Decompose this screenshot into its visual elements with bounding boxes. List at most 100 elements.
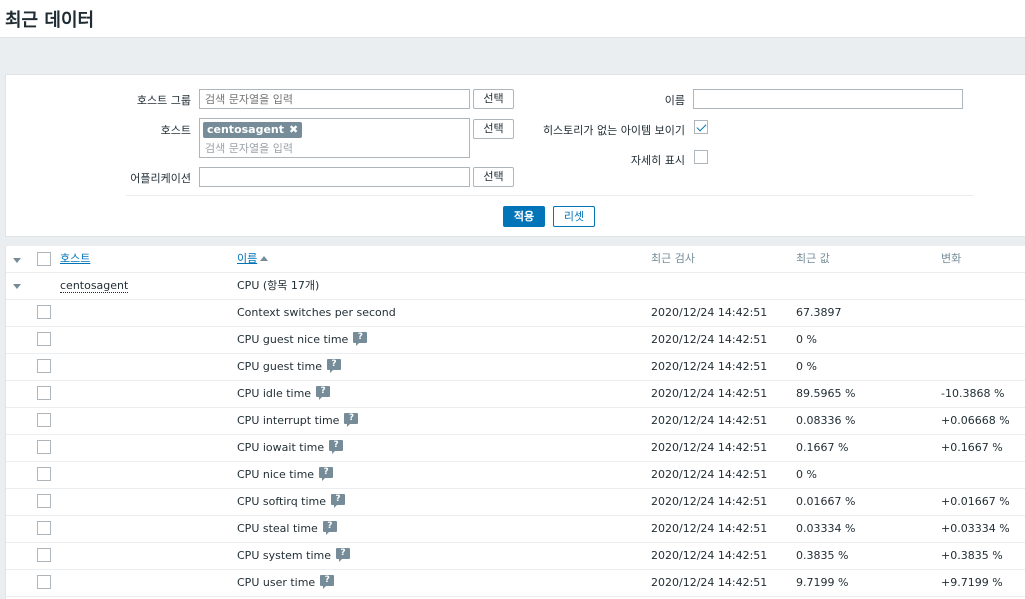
row-checkbox[interactable]: [37, 440, 51, 454]
select-all-checkbox[interactable]: [37, 252, 51, 266]
change-cell: +0.03334 %: [941, 522, 1010, 535]
table-row: CPU guest time? 2020/12/24 14:42:51 0 %: [6, 354, 1025, 381]
column-header-host[interactable]: 호스트: [60, 246, 90, 272]
column-header-last-value: 최근 값: [796, 252, 830, 265]
last-check-cell: 2020/12/24 14:42:51: [651, 306, 768, 319]
last-check-cell: 2020/12/24 14:42:51: [651, 522, 768, 535]
item-name-cell: Context switches per second: [237, 300, 396, 326]
last-check-cell: 2020/12/24 14:42:51: [651, 414, 768, 427]
host-group-input[interactable]: [199, 89, 470, 109]
host-chip-label: centosagent: [207, 123, 285, 136]
page-title: 최근 데이터: [5, 10, 95, 31]
last-value-cell: 89.5965 %: [796, 387, 856, 400]
item-name: CPU iowait time: [237, 441, 325, 454]
group-row: centosagent CPU (항목 17개): [6, 273, 1025, 300]
apply-button[interactable]: 적용: [503, 206, 545, 227]
item-name-cell: CPU guest time?: [237, 354, 341, 380]
help-bubble-icon[interactable]: ?: [329, 439, 344, 454]
last-check-cell: 2020/12/24 14:42:51: [651, 468, 768, 481]
application-select-button[interactable]: 선택: [473, 167, 514, 187]
name-label: 이름: [664, 94, 685, 107]
column-header-name[interactable]: 이름: [237, 246, 269, 272]
help-bubble-icon[interactable]: ?: [331, 493, 346, 508]
item-name-cell: CPU guest nice time?: [237, 327, 368, 353]
item-name-cell: CPU user time?: [237, 570, 335, 596]
row-checkbox[interactable]: [37, 467, 51, 481]
item-name: CPU interrupt time: [237, 414, 340, 427]
table-row: CPU nice time? 2020/12/24 14:42:51 0 %: [6, 462, 1025, 489]
host-group-select-button[interactable]: 선택: [473, 89, 514, 109]
row-checkbox[interactable]: [37, 575, 51, 589]
last-value-cell: 67.3897: [796, 306, 842, 319]
row-checkbox[interactable]: [37, 413, 51, 427]
table-row: CPU user time? 2020/12/24 14:42:51 9.7199 …: [6, 570, 1025, 597]
row-checkbox[interactable]: [37, 359, 51, 373]
change-cell: +0.01667 %: [941, 495, 1010, 508]
last-check-cell: 2020/12/24 14:42:51: [651, 360, 768, 373]
last-value-cell: 0.1667 %: [796, 441, 849, 454]
help-bubble-icon[interactable]: ?: [319, 466, 334, 481]
row-checkbox[interactable]: [37, 386, 51, 400]
help-bubble-icon[interactable]: ?: [322, 520, 337, 535]
name-input[interactable]: [693, 89, 963, 109]
latest-data-table: 호스트 이름 최근 검사 최근 값 변화 centosagent CPU (항목…: [5, 246, 1025, 599]
application-label: 어플리케이션: [130, 172, 191, 185]
host-multiselect[interactable]: centosagent ✖ 검색 문자열을 입력: [199, 118, 470, 158]
help-bubble-icon[interactable]: ?: [353, 331, 368, 346]
item-name: CPU guest nice time: [237, 333, 349, 346]
triangle-down-icon[interactable]: [13, 284, 21, 289]
last-check-cell: 2020/12/24 14:42:51: [651, 549, 768, 562]
table-row: CPU steal time? 2020/12/24 14:42:51 0.0333…: [6, 516, 1025, 543]
item-name: CPU nice time: [237, 468, 315, 481]
item-name-cell: CPU softirq time?: [237, 489, 346, 515]
row-checkbox[interactable]: [37, 548, 51, 562]
show-details-label: 자세히 표시: [630, 154, 685, 167]
help-bubble-icon[interactable]: ?: [344, 412, 359, 427]
host-group-label: 호스트 그룹: [136, 94, 191, 107]
page-header: 최근 데이터: [0, 0, 1025, 38]
show-items-without-history-label: 히스토리가 없는 아이템 보이기: [542, 124, 685, 137]
reset-button[interactable]: 리셋: [553, 206, 595, 227]
last-value-cell: 0.01667 %: [796, 495, 856, 508]
last-value-cell: 0 %: [796, 468, 817, 481]
item-name-cell: CPU system time?: [237, 543, 350, 569]
column-header-name-label: 이름: [237, 252, 258, 265]
item-name-cell: CPU idle time?: [237, 381, 331, 407]
help-bubble-icon[interactable]: ?: [335, 547, 350, 562]
triangle-down-icon[interactable]: [13, 258, 21, 263]
help-bubble-icon[interactable]: ?: [320, 574, 335, 589]
item-name: Context switches per second: [237, 306, 396, 319]
row-checkbox[interactable]: [37, 494, 51, 508]
host-label: 호스트: [160, 124, 191, 137]
row-checkbox[interactable]: [37, 332, 51, 346]
show-items-without-history-checkbox[interactable]: [694, 120, 708, 134]
item-name: CPU idle time: [237, 387, 312, 400]
table-row: CPU iowait time? 2020/12/24 14:42:51 0.166…: [6, 435, 1025, 462]
show-details-checkbox[interactable]: [694, 150, 708, 164]
table-row: CPU guest nice time? 2020/12/24 14:42:51 0…: [6, 327, 1025, 354]
group-name: CPU (항목 17개): [237, 279, 320, 292]
item-name-cell: CPU steal time?: [237, 516, 337, 542]
last-value-cell: 9.7199 %: [796, 576, 849, 589]
last-value-cell: 0 %: [796, 333, 817, 346]
row-checkbox[interactable]: [37, 305, 51, 319]
last-value-cell: 0.03334 %: [796, 522, 856, 535]
last-value-cell: 0.3835 %: [796, 549, 849, 562]
last-check-cell: 2020/12/24 14:42:51: [651, 333, 768, 346]
filter-divider: [126, 195, 974, 196]
change-cell: -10.3868 %: [941, 387, 1005, 400]
table-row: CPU softirq time? 2020/12/24 14:42:51 0.01…: [6, 489, 1025, 516]
help-bubble-icon[interactable]: ?: [316, 385, 331, 400]
item-name-cell: CPU iowait time?: [237, 435, 344, 461]
group-host-link[interactable]: centosagent: [60, 279, 129, 293]
last-check-cell: 2020/12/24 14:42:51: [651, 576, 768, 589]
row-checkbox[interactable]: [37, 521, 51, 535]
close-icon[interactable]: ✖: [289, 123, 298, 136]
last-value-cell: 0.08336 %: [796, 414, 856, 427]
change-cell: +0.06668 %: [941, 414, 1010, 427]
application-input[interactable]: [199, 167, 470, 187]
filter-panel: 호스트 그룹 선택 호스트 centosagent ✖ 검색 문자열을 입력 선택…: [5, 74, 1025, 237]
host-chip: centosagent ✖: [203, 122, 303, 138]
change-cell: +0.3835 %: [941, 549, 1003, 562]
help-bubble-icon[interactable]: ?: [326, 358, 341, 373]
